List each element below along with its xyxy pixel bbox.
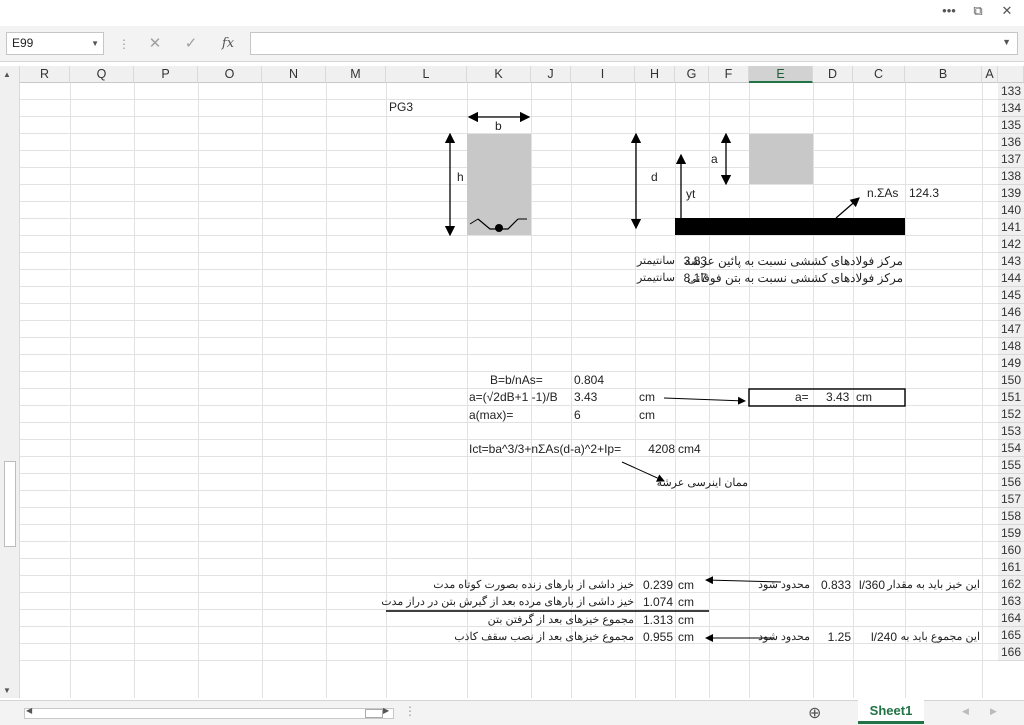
r163-value: 1.074 xyxy=(642,595,673,609)
horizontal-scroll-thumb[interactable] xyxy=(365,709,383,718)
steel-deck-rect xyxy=(675,218,905,235)
a-result-unit: cm xyxy=(856,390,872,404)
b-label: b xyxy=(495,119,502,133)
yt-label: yt xyxy=(686,187,696,201)
inertia-note: ممان اینرسی عرشه xyxy=(656,477,748,489)
tab-splitter-icon[interactable]: ⋮ xyxy=(404,704,416,718)
a-label: a xyxy=(711,152,718,166)
a-result-label: a= xyxy=(795,390,809,404)
add-sheet-icon[interactable]: ⊕ xyxy=(808,703,821,723)
r162-limit-word: محدود شود xyxy=(758,579,810,591)
r163-desc: خیز داشی از بارهای مرده بعد از گیرش بتن … xyxy=(381,596,634,608)
sheet-tab-bar: ◀ ▶ ⋮ ⊕ Sheet1 ◀ ▶ xyxy=(0,700,1024,725)
concrete-block-rect xyxy=(749,134,813,184)
r164-value: 1.313 xyxy=(642,613,673,627)
r165-limit-ratio: l/240 xyxy=(871,630,898,644)
Ict-unit: cm4 xyxy=(678,442,701,456)
h-label: h xyxy=(457,170,464,184)
rebar-dot xyxy=(495,224,503,232)
r162-limit-ratio: l/360 xyxy=(859,578,886,592)
r162-limit-text: این خیز باید به مقدار xyxy=(887,579,980,591)
amax-value: 6 xyxy=(574,408,581,422)
prev-sheet-icon[interactable]: ◀ xyxy=(962,706,969,717)
horizontal-scrollbar[interactable] xyxy=(24,708,394,719)
r165-unit: cm xyxy=(678,630,694,644)
steel-bottom-unit: سانتیمتر xyxy=(636,255,675,267)
B-label: B=b/nAs= xyxy=(490,373,543,387)
r162-value: 0.239 xyxy=(642,578,673,592)
r163-unit: cm xyxy=(678,595,694,609)
steel-bottom-label: مرکز فولادهای کششی نسبت به پائین عرشه xyxy=(684,254,903,268)
nas-pointer-arrow xyxy=(835,197,860,219)
scroll-left-icon[interactable]: ◀ xyxy=(26,706,32,715)
d-label: d xyxy=(651,170,658,184)
a-formula-label: a=(√2dB+1 -1)/B xyxy=(469,390,558,404)
diagram-title: PG3 xyxy=(389,100,414,114)
steel-top-value: 8.17 xyxy=(683,271,707,285)
r165-value: 0.955 xyxy=(642,630,673,644)
Ict-label: Ict=ba^3/3+nΣAs(d-a)^2+Ip= xyxy=(469,442,622,456)
a-formula-unit: cm xyxy=(639,390,655,404)
Ict-value: 4208 xyxy=(648,442,675,456)
r162-limit-value: 0.833 xyxy=(820,578,851,592)
r164-desc: مجموع خیزهای بعد از گرفتن بتن xyxy=(487,614,634,626)
a-formula-value: 3.43 xyxy=(574,390,598,404)
nas-label: n.ΣAs xyxy=(867,186,899,200)
r164-unit: cm xyxy=(678,613,694,627)
steel-bottom-value: 3.83 xyxy=(683,254,707,268)
nas-value: 124.3 xyxy=(909,186,940,200)
amax-label: a(max)= xyxy=(469,408,514,422)
r165-limit-word: محدود شود xyxy=(758,631,810,643)
r165-limit-text: این مجموع باید به xyxy=(900,631,980,643)
amax-unit: cm xyxy=(639,408,655,422)
tab-sheet1[interactable]: Sheet1 xyxy=(858,700,924,724)
scroll-right-icon[interactable]: ▶ xyxy=(383,706,389,715)
B-value: 0.804 xyxy=(574,373,605,387)
a-result-value: 3.43 xyxy=(826,390,850,404)
r165-limit-value: 1.25 xyxy=(827,630,851,644)
r162-unit: cm xyxy=(678,578,694,592)
a-result-arrow xyxy=(663,396,746,405)
r165-desc: مجموع خیزهای بعد از نصب سقف کاذب xyxy=(454,631,634,643)
r162-desc: خیز داشی از بارهای زنده بصورت کوتاه مدت xyxy=(433,579,634,591)
steel-top-label: مرکز فولادهای کششی نسبت به بتن فوقانی xyxy=(687,271,903,285)
next-sheet-icon[interactable]: ▶ xyxy=(990,706,997,717)
steel-top-unit: سانتیمتر xyxy=(636,272,675,284)
